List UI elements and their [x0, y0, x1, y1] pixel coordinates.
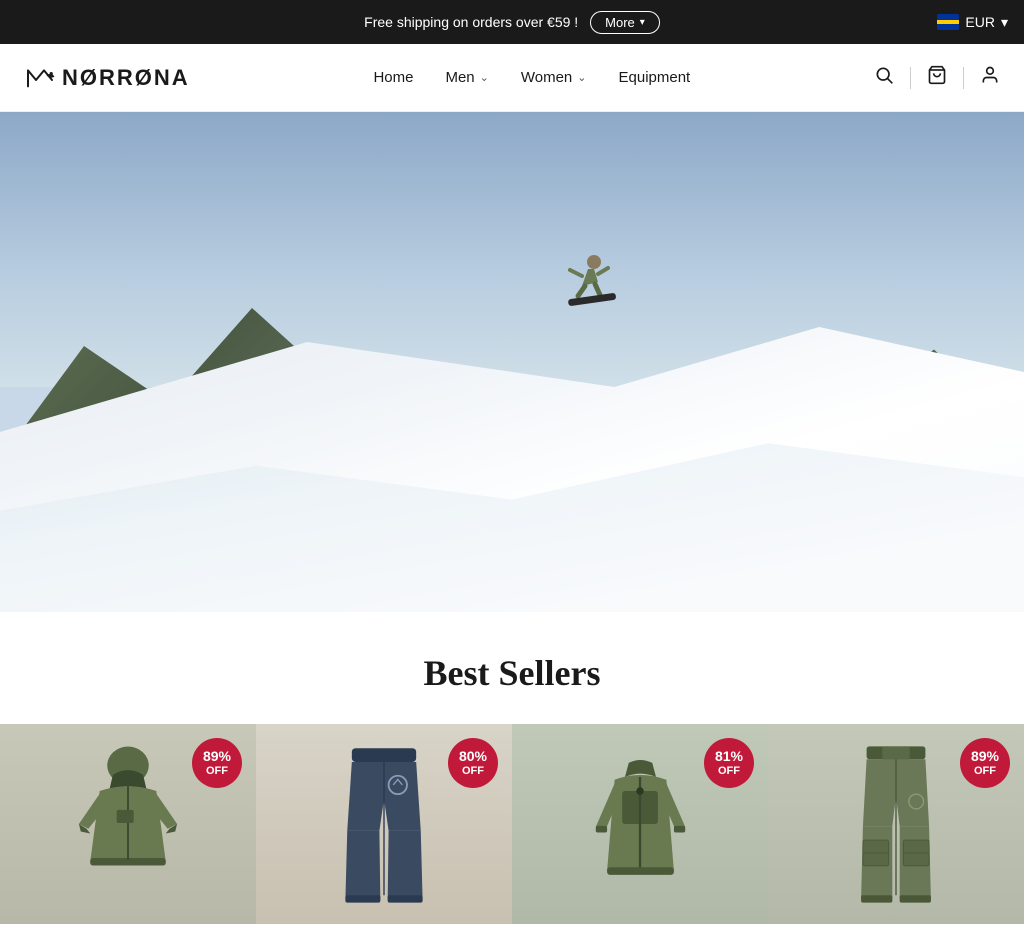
announcement-text: Free shipping on orders over €59 !: [364, 14, 578, 30]
more-chevron-icon: ▾: [640, 17, 645, 28]
nav-item-equipment[interactable]: Equipment: [619, 69, 691, 86]
pants-illustration-2: [334, 739, 434, 909]
product-card-4[interactable]: 89% OFF: [768, 724, 1024, 924]
currency-selector[interactable]: EUR ▾: [937, 14, 1008, 31]
site-header: NØRRØNA Home Men ⌄ Women ⌄ Equipment: [0, 44, 1024, 112]
nav-item-men[interactable]: Men ⌄: [445, 69, 488, 86]
more-button[interactable]: More ▾: [590, 11, 660, 34]
snowboarder-svg: [560, 252, 620, 307]
product-card-3[interactable]: 81% OFF: [512, 724, 768, 924]
product-card-1[interactable]: 89% OFF: [0, 724, 256, 924]
logo-icon: [24, 64, 56, 92]
badge-3: 81% OFF: [704, 738, 754, 788]
hero-background: [0, 112, 1024, 612]
hero-section: [0, 112, 1024, 612]
badge-1: 89% OFF: [192, 738, 242, 788]
main-nav: Home Men ⌄ Women ⌄ Equipment: [373, 69, 690, 86]
pants-illustration-4: [846, 739, 946, 909]
icon-divider: [910, 67, 911, 89]
announcement-bar: Free shipping on orders over €59 ! More …: [0, 0, 1024, 44]
currency-chevron-icon: ▾: [1001, 14, 1008, 31]
header-icons: [874, 65, 1000, 91]
badge-2: 80% OFF: [448, 738, 498, 788]
products-grid: 89% OFF: [0, 724, 1024, 924]
icon-divider-2: [963, 67, 964, 89]
hero-snowboarder: [560, 252, 620, 302]
fleece-illustration-3: [583, 744, 698, 904]
user-icon[interactable]: [980, 65, 1000, 91]
men-dropdown-icon: ⌄: [480, 71, 489, 84]
eu-flag-icon: [937, 14, 959, 30]
best-sellers-title: Best Sellers: [0, 652, 1024, 694]
women-dropdown-icon: ⌄: [577, 71, 586, 84]
search-icon[interactable]: [874, 65, 894, 91]
badge-4: 89% OFF: [960, 738, 1010, 788]
jacket-illustration-1: [68, 739, 188, 909]
site-logo[interactable]: NØRRØNA: [24, 64, 190, 92]
product-card-2[interactable]: 80% OFF: [256, 724, 512, 924]
cart-icon[interactable]: [927, 65, 947, 91]
best-sellers-section: Best Sellers: [0, 612, 1024, 944]
nav-item-home[interactable]: Home: [373, 69, 413, 86]
nav-item-women[interactable]: Women ⌄: [521, 69, 587, 86]
